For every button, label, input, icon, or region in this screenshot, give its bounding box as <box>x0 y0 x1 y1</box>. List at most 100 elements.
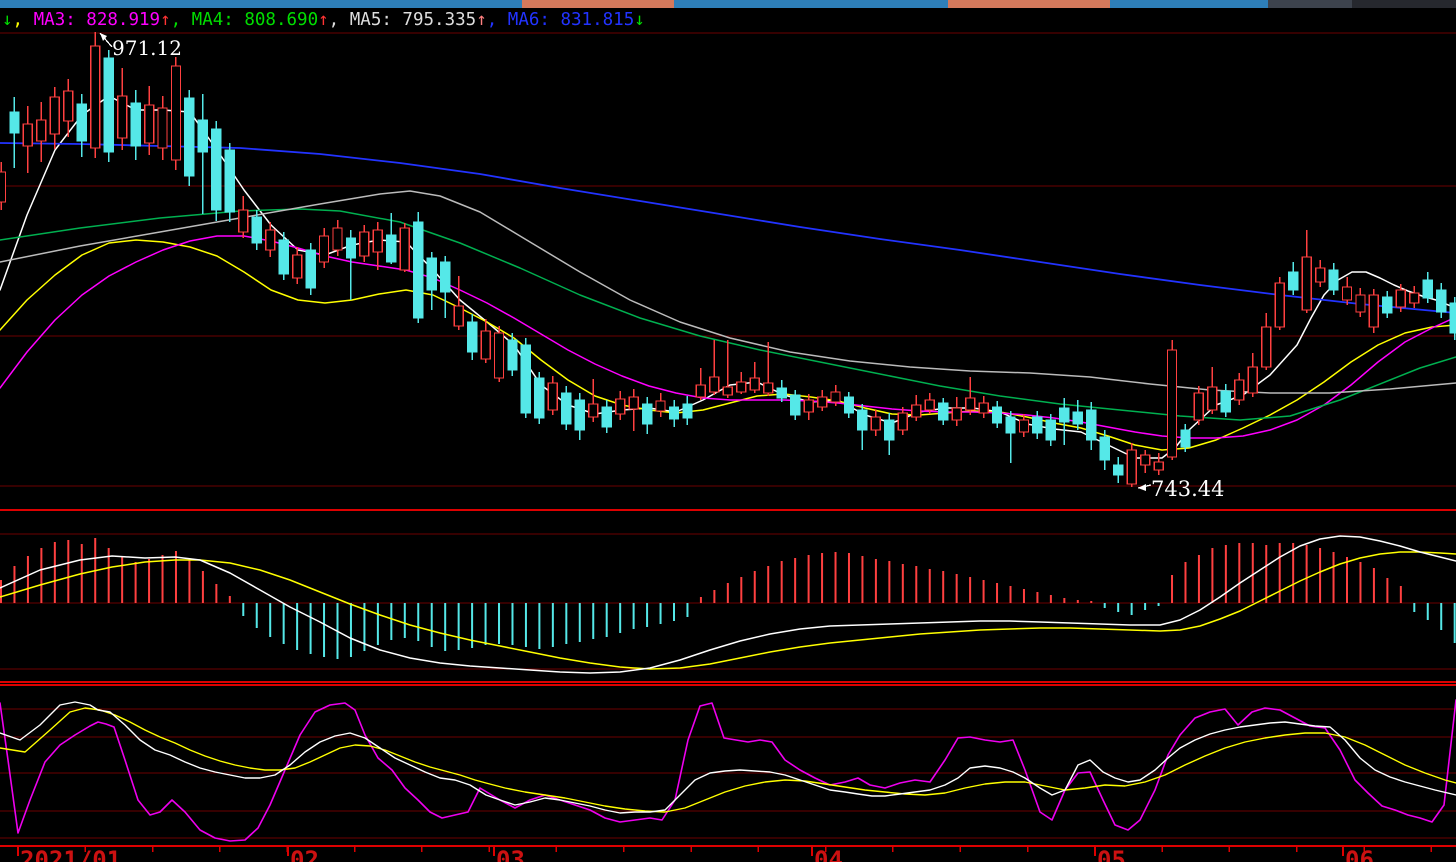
macd-bar <box>1090 601 1092 603</box>
candle[interactable] <box>818 390 827 411</box>
candle[interactable] <box>239 196 248 238</box>
candle[interactable] <box>993 401 1002 428</box>
candle[interactable] <box>1154 453 1163 475</box>
candle[interactable] <box>670 400 679 427</box>
candle[interactable] <box>333 220 342 256</box>
candle[interactable] <box>1235 373 1244 405</box>
candle[interactable] <box>764 342 773 396</box>
candle[interactable] <box>468 314 477 360</box>
candle[interactable] <box>912 395 921 421</box>
candle[interactable] <box>360 225 369 262</box>
candle[interactable] <box>293 247 302 284</box>
candle[interactable] <box>212 121 221 221</box>
candle[interactable] <box>548 376 557 415</box>
candle[interactable] <box>1450 297 1456 340</box>
candle[interactable] <box>1141 450 1150 473</box>
candle[interactable] <box>696 368 705 400</box>
chart-canvas[interactable] <box>0 0 1456 862</box>
candle[interactable] <box>1248 353 1257 397</box>
candle[interactable] <box>1262 313 1271 370</box>
candle[interactable] <box>1383 291 1392 318</box>
candle[interactable] <box>400 223 409 272</box>
macd-bar <box>121 557 123 603</box>
candle[interactable] <box>91 32 100 158</box>
candle[interactable] <box>871 410 880 436</box>
candle[interactable] <box>1289 262 1298 295</box>
candle[interactable] <box>858 404 867 450</box>
candle[interactable] <box>1275 277 1284 330</box>
candle[interactable] <box>898 407 907 435</box>
candle[interactable] <box>145 86 154 155</box>
candlestick-layer[interactable] <box>0 32 1456 487</box>
candle[interactable] <box>844 392 853 418</box>
candle[interactable] <box>495 326 504 382</box>
candle[interactable] <box>1087 402 1096 450</box>
candle[interactable] <box>750 362 759 393</box>
candle[interactable] <box>441 256 450 318</box>
candle[interactable] <box>131 90 140 160</box>
candle[interactable] <box>427 252 436 310</box>
candle[interactable] <box>225 143 234 222</box>
candle[interactable] <box>1423 272 1432 303</box>
candle[interactable] <box>1194 386 1203 425</box>
candle[interactable] <box>535 372 544 424</box>
candle[interactable] <box>1006 411 1015 463</box>
candle[interactable] <box>966 377 975 415</box>
candle[interactable] <box>1410 286 1419 308</box>
candle[interactable] <box>979 396 988 418</box>
candle[interactable] <box>414 212 423 323</box>
candle[interactable] <box>521 338 530 418</box>
candle[interactable] <box>723 340 732 398</box>
candle[interactable] <box>1208 367 1217 414</box>
candle[interactable] <box>454 276 463 330</box>
candle[interactable] <box>373 222 382 270</box>
candle[interactable] <box>710 340 719 395</box>
candle[interactable] <box>562 386 571 430</box>
candle[interactable] <box>602 400 611 433</box>
candle[interactable] <box>171 57 180 170</box>
arrow-head-icon <box>1138 484 1146 491</box>
candle[interactable] <box>320 228 329 268</box>
candle[interactable] <box>10 97 19 168</box>
candle[interactable] <box>1316 260 1325 287</box>
candle[interactable] <box>791 390 800 420</box>
candle[interactable] <box>104 50 113 162</box>
candle[interactable] <box>0 162 6 210</box>
candle[interactable] <box>589 379 598 422</box>
candle[interactable] <box>737 372 746 394</box>
candle[interactable] <box>118 68 127 150</box>
candle[interactable] <box>952 397 961 426</box>
candle[interactable] <box>777 380 786 402</box>
candle[interactable] <box>158 96 167 160</box>
candle[interactable] <box>1114 457 1123 483</box>
candle[interactable] <box>346 230 355 300</box>
candle[interactable] <box>1073 400 1082 430</box>
candle[interactable] <box>939 398 948 425</box>
candle[interactable] <box>77 94 86 157</box>
candle[interactable] <box>1127 443 1136 487</box>
candle[interactable] <box>185 90 194 186</box>
candle[interactable] <box>1369 289 1378 333</box>
candle[interactable] <box>683 396 692 425</box>
candle[interactable] <box>23 106 32 173</box>
candle[interactable] <box>50 87 59 149</box>
macd-bar <box>767 566 769 603</box>
candle[interactable] <box>1356 288 1365 317</box>
candle[interactable] <box>37 102 46 162</box>
candle[interactable] <box>575 393 584 440</box>
candle[interactable] <box>1329 263 1338 295</box>
candle[interactable] <box>656 393 665 417</box>
candle[interactable] <box>1168 340 1177 460</box>
candle[interactable] <box>1221 384 1230 417</box>
candle[interactable] <box>885 413 894 455</box>
candle[interactable] <box>1343 277 1352 305</box>
candle[interactable] <box>508 333 517 376</box>
candle[interactable] <box>481 319 490 363</box>
candle[interactable] <box>616 391 625 420</box>
candle[interactable] <box>198 94 207 214</box>
candle[interactable] <box>1046 414 1055 446</box>
candle[interactable] <box>804 394 813 420</box>
candle[interactable] <box>1302 230 1311 313</box>
candle[interactable] <box>306 243 315 295</box>
candle[interactable] <box>643 397 652 434</box>
